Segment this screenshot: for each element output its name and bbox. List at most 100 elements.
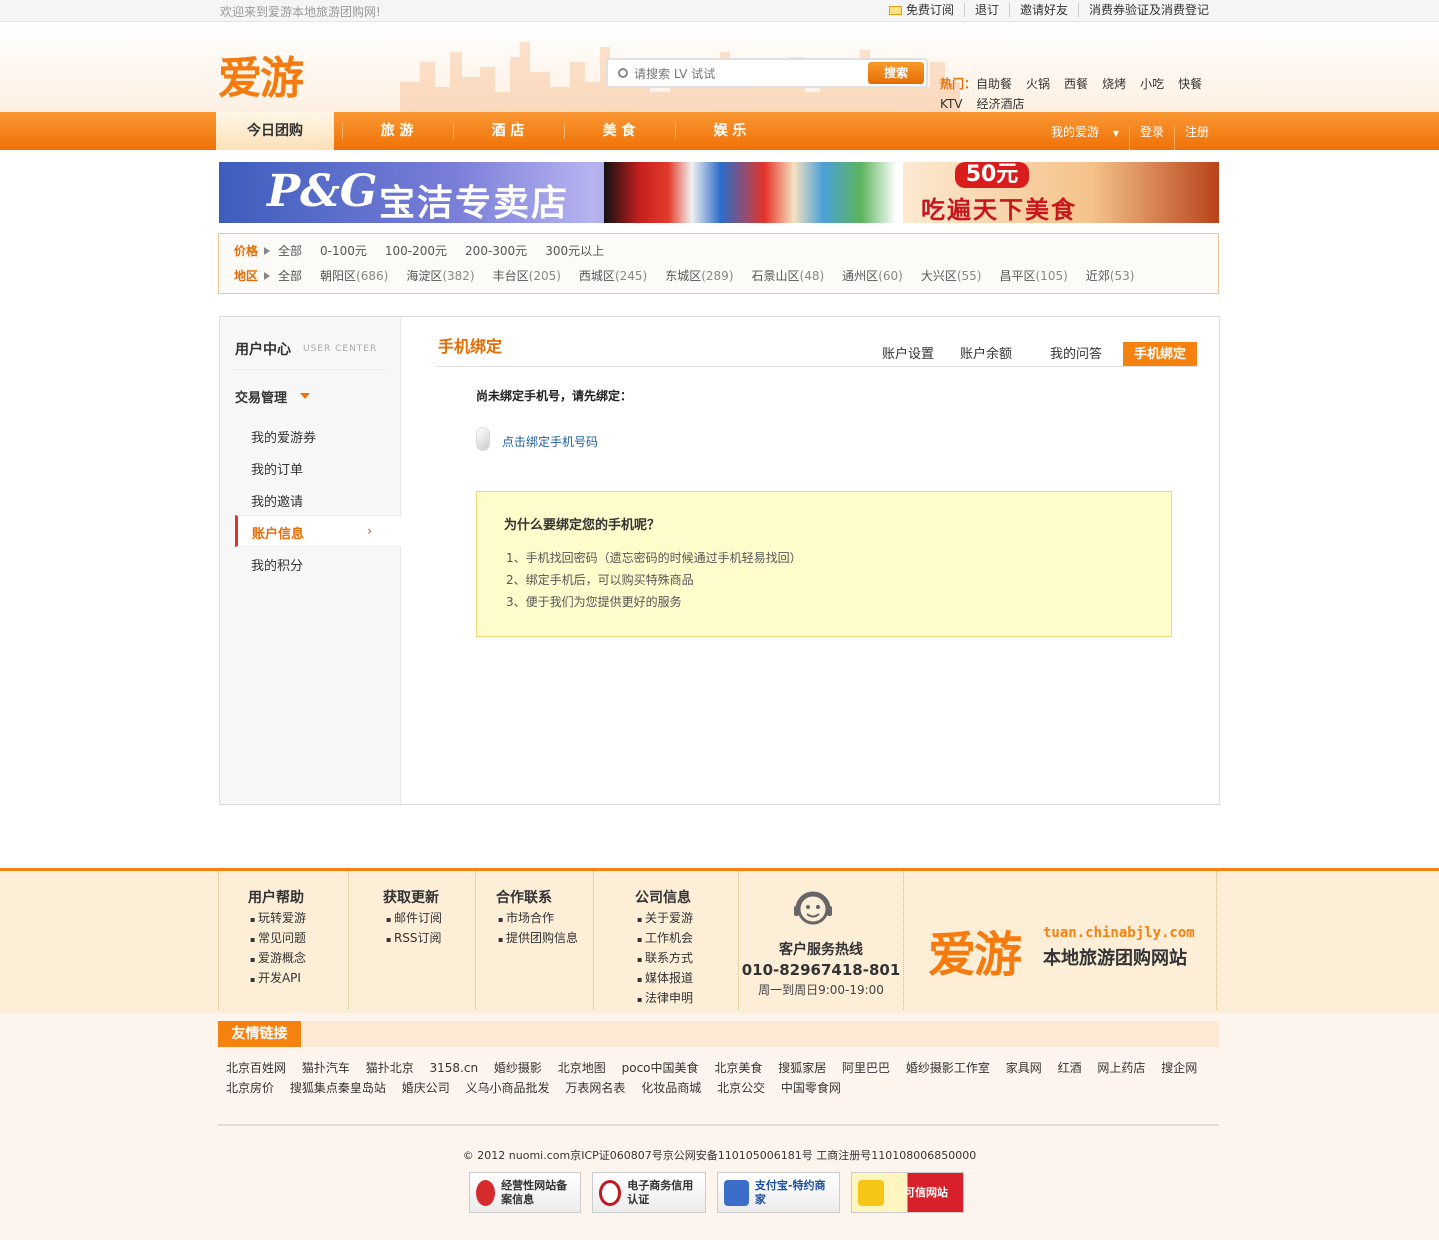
friend-link[interactable]: 网上药店 — [1097, 1061, 1145, 1075]
footer-link[interactable]: 常见问题 — [250, 929, 306, 946]
footer-link[interactable]: 联系方式 — [637, 949, 693, 966]
site-logo[interactable]: 爱游 — [218, 42, 304, 106]
price-option[interactable]: 全部 — [278, 242, 302, 259]
friend-link[interactable]: 搜狐集点秦皇岛站 — [290, 1081, 386, 1095]
friend-link[interactable]: 搜狐家居 — [778, 1061, 826, 1075]
top-links: 免费订阅 退订 邀请好友 消费券验证及消费登记 — [879, 3, 1219, 17]
area-option[interactable]: 近郊(53) — [1086, 267, 1135, 284]
area-option[interactable]: 全部 — [278, 267, 302, 284]
hot-keyword[interactable]: 烧烤 — [1102, 77, 1126, 91]
footer-link[interactable]: 工作机会 — [637, 929, 693, 946]
hot-keyword[interactable]: 火锅 — [1026, 77, 1050, 91]
invite-friends-link[interactable]: 邀请好友 — [1008, 3, 1078, 17]
friend-link[interactable]: 阿里巴巴 — [842, 1061, 890, 1075]
footer-link[interactable]: 媒体报道 — [637, 969, 693, 986]
friend-link[interactable]: 北京百姓网 — [226, 1061, 286, 1075]
area-option[interactable]: 通州区(60) — [842, 267, 903, 284]
friend-link[interactable]: 家具网 — [1006, 1061, 1042, 1075]
footer-link[interactable]: RSS订阅 — [386, 929, 442, 946]
hot-keyword[interactable]: 自助餐 — [976, 77, 1012, 91]
nav-food[interactable]: 美 食 — [564, 112, 674, 150]
badge-ecommerce-credit[interactable]: 电子商务信用认证 — [592, 1172, 706, 1213]
customer-service-icon — [794, 891, 832, 925]
nav-entertainment[interactable]: 娱 乐 — [675, 112, 785, 150]
footer-link[interactable]: 邮件订阅 — [386, 909, 442, 926]
friend-link[interactable]: 万表网名表 — [565, 1081, 625, 1095]
sidebar-item-orders[interactable]: 我的订单 — [251, 459, 303, 478]
subscribe-link[interactable]: 免费订阅 — [879, 3, 964, 17]
footer-link[interactable]: 市场合作 — [498, 909, 554, 926]
food-promo-banner[interactable]: 50元 吃遍天下美食 — [903, 162, 1219, 223]
footer: 用户帮助 玩转爱游 常见问题 爱游概念 开发API 获取更新 邮件订阅 RSS订… — [0, 868, 1439, 1013]
footer-link[interactable]: 法律申明 — [637, 989, 693, 1006]
price-option[interactable]: 300元以上 — [545, 242, 604, 259]
service-phone: 010-82967418-801 — [741, 961, 901, 979]
login-link[interactable]: 登录 — [1128, 125, 1174, 150]
search-input[interactable] — [634, 64, 866, 84]
register-link[interactable]: 注册 — [1173, 125, 1219, 150]
nav-travel[interactable]: 旅 游 — [342, 112, 452, 150]
unsubscribe-link[interactable]: 退订 — [963, 3, 1009, 17]
area-option[interactable]: 石景山区(48) — [752, 267, 825, 284]
friend-link[interactable]: 猫扑北京 — [366, 1061, 414, 1075]
tab-account-balance[interactable]: 账户余额 — [949, 342, 1023, 366]
hot-keyword[interactable]: 经济酒店 — [976, 97, 1024, 111]
badge-website-record[interactable]: 经营性网站备案信息 — [469, 1172, 581, 1213]
footer-link[interactable]: 爱游概念 — [250, 949, 306, 966]
friend-links-title: 友情链接 — [218, 1021, 301, 1047]
friend-link[interactable]: 化妆品商城 — [641, 1081, 701, 1095]
friend-link[interactable]: 红酒 — [1058, 1061, 1082, 1075]
sidebar-item-account-info[interactable]: 账户信息 › — [235, 515, 402, 547]
coupon-verify-link[interactable]: 消费券验证及消费登记 — [1077, 3, 1219, 17]
tab-account-settings[interactable]: 账户设置 — [871, 342, 945, 366]
search-button[interactable]: 搜索 — [868, 62, 924, 84]
badge-trusted-site[interactable]: 可信网站 — [851, 1172, 964, 1213]
friend-link[interactable]: 北京美食 — [714, 1061, 762, 1075]
sidebar-item-invites[interactable]: 我的邀请 — [251, 491, 303, 510]
friend-link[interactable]: 北京房价 — [226, 1081, 274, 1095]
hot-keyword[interactable]: 小吃 — [1140, 77, 1164, 91]
friend-link[interactable]: 婚纱摄影工作室 — [906, 1061, 990, 1075]
area-option[interactable]: 大兴区(55) — [921, 267, 982, 284]
price-option[interactable]: 0-100元 — [320, 242, 367, 259]
sidebar-item-points[interactable]: 我的积分 — [251, 555, 303, 574]
footer-link[interactable]: 玩转爱游 — [250, 909, 306, 926]
friend-link[interactable]: 3158.cn — [430, 1061, 479, 1075]
bind-phone-link[interactable]: 点击绑定手机号码 — [502, 433, 598, 450]
footer-link[interactable]: 开发API — [250, 969, 301, 986]
friend-link[interactable]: 北京地图 — [558, 1061, 606, 1075]
friend-link[interactable]: 婚庆公司 — [402, 1081, 450, 1095]
friend-link[interactable]: poco中国美食 — [622, 1061, 699, 1075]
area-option[interactable]: 东城区(289) — [665, 267, 733, 284]
my-aiyou-menu[interactable]: 我的爱游 ▼ — [1031, 112, 1129, 150]
area-option[interactable]: 海淀区(382) — [406, 267, 474, 284]
hot-keyword[interactable]: KTV — [940, 97, 962, 111]
footer-link[interactable]: 关于爱游 — [637, 909, 693, 926]
area-option[interactable]: 西城区(245) — [579, 267, 647, 284]
hot-keyword[interactable]: 快餐 — [1178, 77, 1202, 91]
area-option[interactable]: 丰台区(205) — [493, 267, 561, 284]
friend-link[interactable]: 搜企网 — [1161, 1061, 1197, 1075]
sidebar-item-coupons[interactable]: 我的爱游券 — [251, 427, 316, 446]
footer-col-title: 用户帮助 — [248, 890, 304, 906]
tab-phone-binding[interactable]: 手机绑定 — [1122, 342, 1197, 366]
nav-hotel[interactable]: 酒 店 — [453, 112, 563, 150]
friend-link[interactable]: 义乌小商品批发 — [466, 1081, 550, 1095]
hot-keyword[interactable]: 西餐 — [1064, 77, 1088, 91]
area-option[interactable]: 朝阳区(686) — [320, 267, 388, 284]
area-option[interactable]: 昌平区(105) — [999, 267, 1067, 284]
friend-link[interactable]: 北京公交 — [717, 1081, 765, 1095]
footer-link[interactable]: 提供团购信息 — [498, 929, 578, 946]
area-filter-label: 地区 — [234, 269, 259, 283]
price-option[interactable]: 200-300元 — [465, 242, 527, 259]
friend-link[interactable]: 中国零食网 — [781, 1081, 841, 1095]
tab-my-qa[interactable]: 我的问答 — [1039, 342, 1113, 366]
price-option[interactable]: 100-200元 — [385, 242, 447, 259]
banner-price-badge: 50元 — [955, 162, 1029, 188]
friend-link[interactable]: 猫扑汽车 — [302, 1061, 350, 1075]
sidebar-section-trade[interactable]: 交易管理 — [235, 387, 287, 406]
friend-link[interactable]: 婚纱摄影 — [494, 1061, 542, 1075]
pg-store-banner[interactable]: P&G 宝洁专卖店 — [219, 162, 896, 223]
badge-alipay-merchant[interactable]: 支付宝-特约商家 — [717, 1172, 840, 1213]
nav-today-deals[interactable]: 今日团购 — [216, 112, 334, 150]
